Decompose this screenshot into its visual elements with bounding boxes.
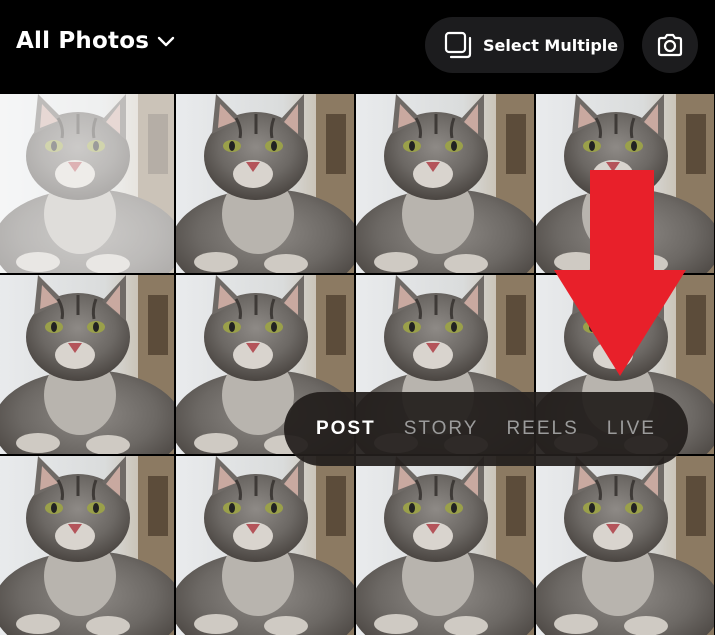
photo-thumbnail[interactable]: [0, 275, 174, 454]
mode-story[interactable]: STORY: [404, 418, 479, 440]
album-title: All Photos: [16, 28, 150, 54]
mode-post[interactable]: POST: [316, 418, 376, 440]
stacked-squares-icon: [444, 31, 472, 59]
select-multiple-button[interactable]: Select Multiple: [425, 17, 624, 73]
mode-live[interactable]: LIVE: [607, 418, 656, 440]
photo-thumbnail[interactable]: [0, 94, 174, 273]
camera-icon: [657, 33, 683, 57]
chevron-down-icon: [157, 36, 175, 47]
camera-button[interactable]: [642, 17, 698, 73]
photo-thumbnail[interactable]: [356, 456, 534, 635]
photo-thumbnail[interactable]: [176, 94, 354, 273]
photo-thumbnail[interactable]: [176, 456, 354, 635]
photo-thumbnail[interactable]: [536, 456, 714, 635]
photo-thumbnail[interactable]: [356, 94, 534, 273]
mode-switcher: POST STORY REELS LIVE: [284, 392, 688, 466]
top-bar: All Photos Select Multiple: [0, 0, 715, 92]
mode-reels[interactable]: REELS: [506, 418, 578, 440]
album-selector[interactable]: All Photos: [16, 28, 175, 54]
photo-thumbnail[interactable]: [536, 94, 714, 273]
select-multiple-label: Select Multiple: [483, 35, 619, 55]
photo-thumbnail[interactable]: [0, 456, 174, 635]
